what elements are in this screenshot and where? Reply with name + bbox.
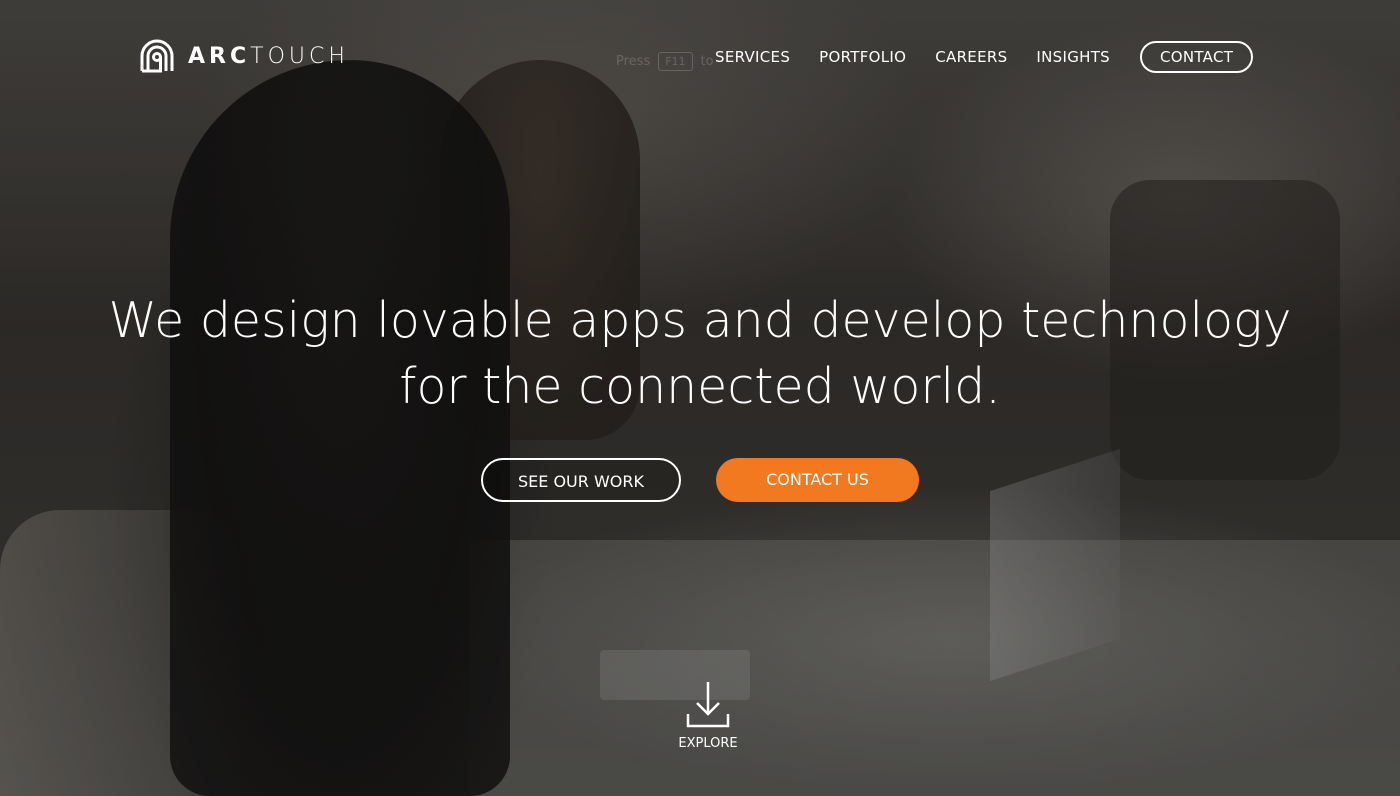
logo-wordmark-light: TOUCH [250,43,349,69]
nav-item-insights[interactable]: INSIGHTS [1036,48,1110,66]
download-arrow-icon [686,682,730,728]
explore-link[interactable]: EXPLORE [658,680,758,751]
contact-us-button[interactable]: CONTACT US [716,458,919,502]
fullscreen-hint: Press F11 to [616,52,714,71]
hero-section: ARCTOUCH Press F11 to SERVICES PORTFOLIO… [0,0,1400,796]
logo-wordmark: ARCTOUCH [188,44,349,69]
fullscreen-hint-prefix: Press [616,54,651,69]
fullscreen-hint-suffix: to [700,54,714,69]
hero-headline-line2: for the connected world. [399,358,1001,415]
explore-label: EXPLORE [678,736,738,751]
arctouch-logo[interactable]: ARCTOUCH [138,37,349,75]
main-menu: SERVICES PORTFOLIO CAREERS INSIGHTS CONT… [715,41,1254,73]
nav-item-services[interactable]: SERVICES [715,48,790,66]
see-our-work-button[interactable]: SEE OUR WORK [481,458,681,502]
nav-contact-button[interactable]: CONTACT [1139,41,1254,73]
hero-headline-line1: We design lovable apps and develop techn… [108,292,1292,349]
logo-wordmark-bold: ARC [188,43,251,69]
fullscreen-hint-key: F11 [658,52,693,71]
nav-item-careers[interactable]: CAREERS [935,48,1007,66]
hero-headline: We design lovable apps and develop techn… [0,288,1400,420]
arctouch-logo-icon [140,39,174,73]
nav-item-portfolio[interactable]: PORTFOLIO [819,48,906,66]
top-navigation: ARCTOUCH Press F11 to SERVICES PORTFOLIO… [0,0,1400,110]
